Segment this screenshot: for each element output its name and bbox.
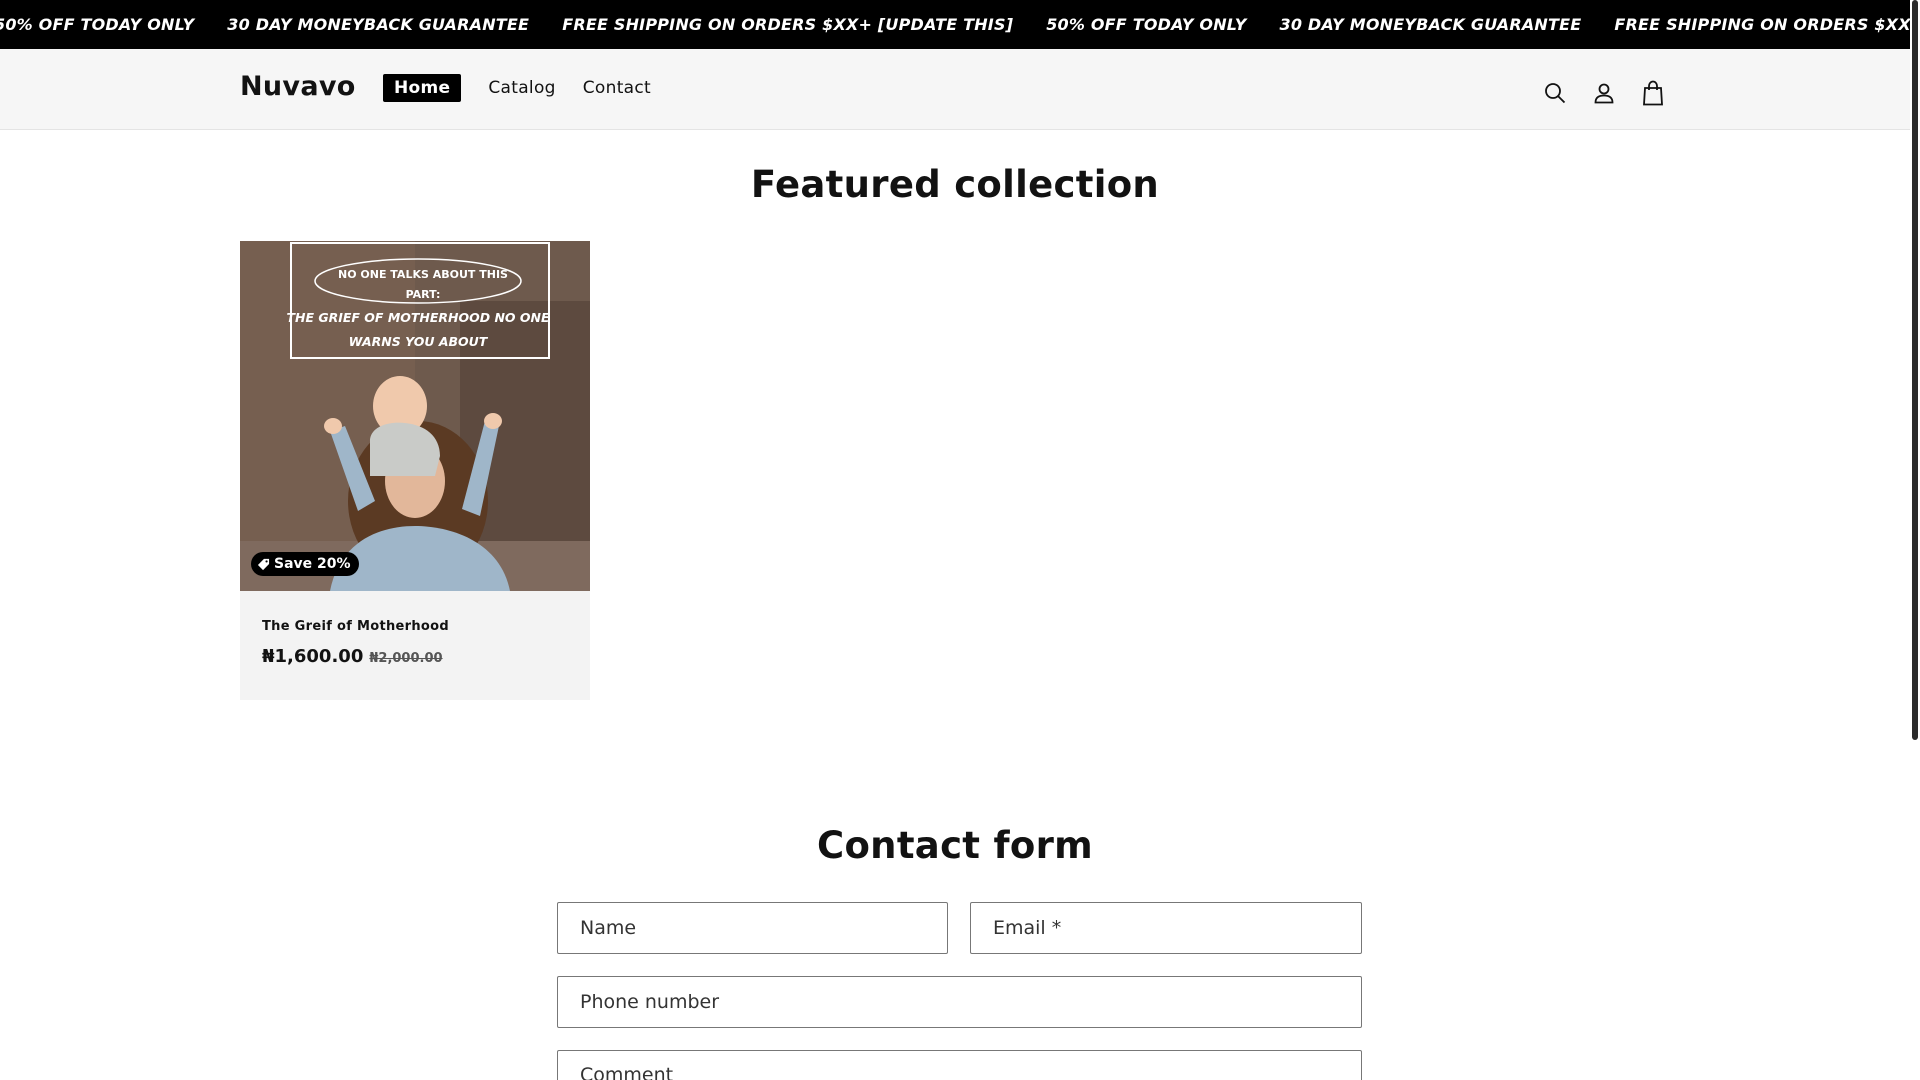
sale-price: ₦1,600.00 <box>262 646 364 667</box>
sale-badge: Save 20% <box>251 552 359 576</box>
comment-input[interactable] <box>580 1064 1361 1080</box>
price-row: ₦1,600.00 ₦2,000.00 <box>262 646 443 667</box>
contact-form-title: Contact form <box>817 824 1093 867</box>
image-text-line-1: NO ONE TALKS ABOUT THIS <box>338 268 508 281</box>
product-title[interactable]: The Greif of Motherhood <box>262 619 449 634</box>
account-icon <box>1594 83 1614 104</box>
featured-collection-title: Featured collection <box>750 163 1160 206</box>
product-photo: NO ONE TALKS ABOUT THIS PART: THE GRIEF … <box>240 241 590 591</box>
comment-field[interactable] <box>557 1050 1362 1080</box>
nav-home[interactable]: Home <box>383 74 462 102</box>
account-button[interactable] <box>1584 75 1624 111</box>
nav-contact[interactable]: Contact <box>583 74 651 102</box>
announcement-track: 50% OFF TODAY ONLY 30 DAY MONEYBACK GUAR… <box>0 0 1910 49</box>
cart-button[interactable] <box>1633 75 1673 111</box>
announcement-item: 30 DAY MONEYBACK GUARANTEE <box>1279 15 1582 34</box>
announcement-item: 50% OFF TODAY ONLY <box>1046 15 1247 34</box>
announcement-item: 50% OFF TODAY ONLY <box>0 15 195 34</box>
regular-price: ₦2,000.00 <box>369 651 443 666</box>
page-scrollbar[interactable] <box>1910 0 1920 1080</box>
email-field[interactable] <box>970 902 1362 954</box>
announcement-item: 30 DAY MONEYBACK GUARANTEE <box>227 15 530 34</box>
image-text-line-3: THE GRIEF OF MOTHERHOOD NO ONE <box>286 310 550 325</box>
product-card[interactable]: NO ONE TALKS ABOUT THIS PART: THE GRIEF … <box>240 241 590 700</box>
image-text-line-2: PART: <box>406 288 441 301</box>
search-icon <box>1545 83 1566 104</box>
header-icons <box>1535 75 1682 111</box>
name-input[interactable] <box>580 917 947 939</box>
announcement-item: FREE SHIPPING ON ORDERS $XX+ [UPDATE THI… <box>1614 15 1910 34</box>
email-input[interactable] <box>993 917 1361 939</box>
phone-input[interactable] <box>580 991 1361 1013</box>
sale-badge-label: Save 20% <box>274 556 351 572</box>
product-image[interactable]: NO ONE TALKS ABOUT THIS PART: THE GRIEF … <box>240 241 590 591</box>
tag-icon <box>257 558 270 571</box>
store-logo[interactable]: Nuvavo <box>240 71 356 102</box>
name-field[interactable] <box>557 902 948 954</box>
phone-field[interactable] <box>557 976 1362 1028</box>
scrollbar-thumb[interactable] <box>1912 0 1918 740</box>
main-nav: Home Catalog Contact <box>383 74 678 102</box>
announcement-item: FREE SHIPPING ON ORDERS $XX+ [UPDATE THI… <box>562 15 1014 34</box>
page: 50% OFF TODAY ONLY 30 DAY MONEYBACK GUAR… <box>0 0 1920 1080</box>
search-button[interactable] <box>1535 75 1575 111</box>
nav-catalog[interactable]: Catalog <box>488 74 555 102</box>
cart-icon <box>1643 80 1663 106</box>
image-text-line-4: WARNS YOU ABOUT <box>349 334 489 349</box>
announcement-bar: 50% OFF TODAY ONLY 30 DAY MONEYBACK GUAR… <box>0 0 1910 49</box>
site-header: Nuvavo Home Catalog Contact <box>0 49 1910 130</box>
